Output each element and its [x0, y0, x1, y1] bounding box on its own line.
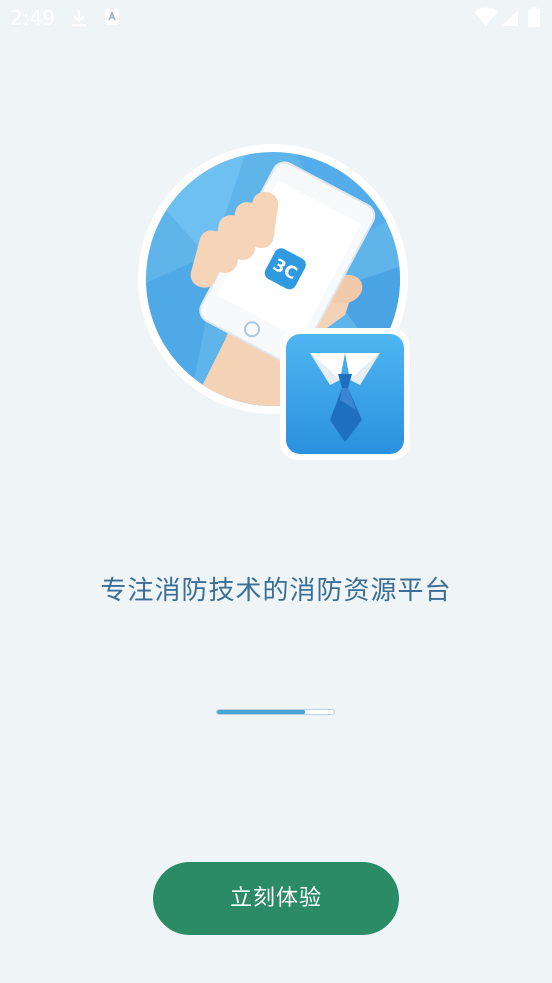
tagline: 专注消防技术的消防资源平台: [100, 576, 452, 606]
app-icon: [280, 328, 410, 460]
download-icon: [72, 10, 86, 27]
hero-illustration: 3C: [130, 140, 420, 470]
status-time: 2:49: [10, 6, 55, 30]
notification-icon: [105, 9, 119, 25]
wifi-icon: [474, 7, 498, 26]
progress-bar: [216, 709, 335, 715]
battery-icon: [528, 6, 540, 27]
start-experience-button[interactable]: 立刻体验: [153, 862, 399, 935]
progress-fill: [217, 710, 305, 714]
signal-icon: [502, 10, 518, 26]
status-bar: 2:49: [0, 0, 552, 36]
